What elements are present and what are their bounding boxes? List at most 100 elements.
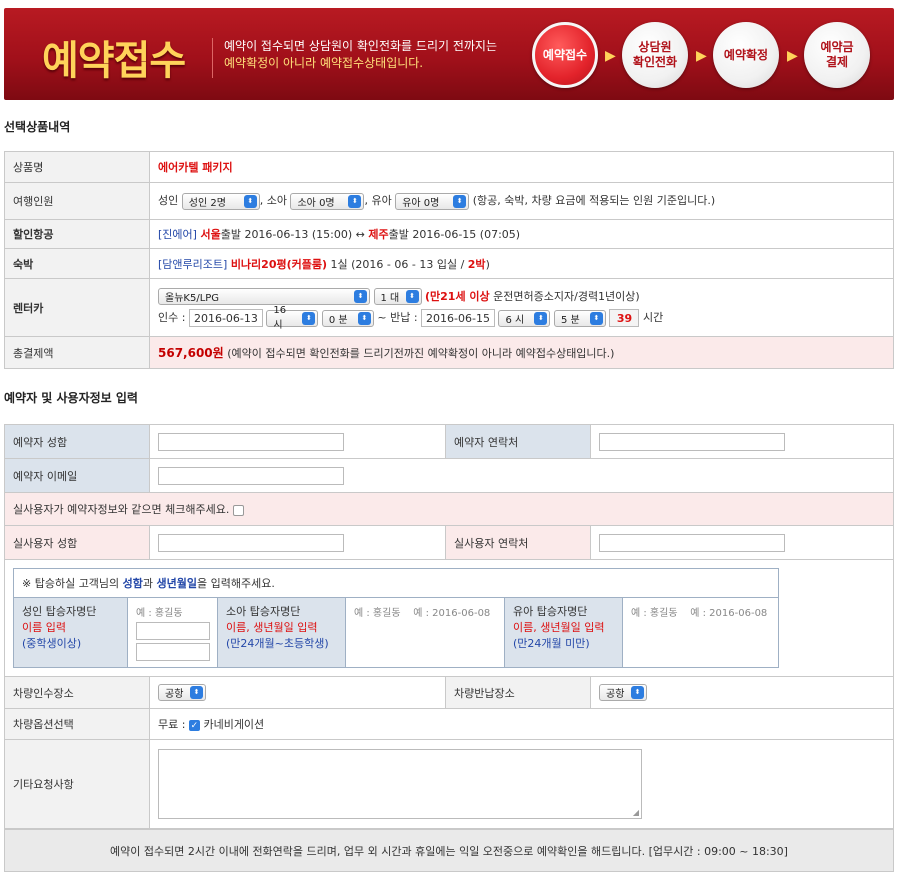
table-row: 여행인원 성인 성인 2명 ⬍, 소아 소아 0명 ⬍, 유아 유아 0명 ⬍ (항공… [4, 182, 894, 220]
step-deposit-payment: 예약금 결제 [804, 22, 870, 88]
return-place-label: 차량반납장소 [445, 676, 591, 709]
user-name-label: 실사용자 성함 [4, 525, 150, 560]
infant-passenger-inputs: 예 : 홍길동 예 : 2016-06-08 [623, 598, 778, 667]
select-arrow-icon: ⬍ [589, 311, 603, 325]
booker-name-input[interactable] [158, 432, 344, 451]
return-hour-value: 6 시 [505, 314, 525, 326]
travelers-label: 여행인원 [4, 182, 150, 220]
banner-desc-line2: 예약확정이 아니라 예약접수상태입니다. [224, 56, 424, 70]
infant-group-title: 유아 탑승자명단 [513, 605, 588, 618]
hotel-room: 비나리20평(커플룸) [230, 257, 328, 271]
return-minute-select[interactable]: 5 분 ⬍ [553, 309, 606, 327]
banner-title: 예약접수 [42, 38, 186, 84]
same-as-booker-checkbox[interactable] [232, 504, 244, 516]
total-label: 총결제액 [4, 336, 150, 369]
step-reservation-received: 예약접수 [532, 22, 598, 88]
adult-count-select[interactable]: 성인 2명 ⬍ [181, 192, 260, 210]
return-place-select[interactable]: 공항 ⬍ [599, 684, 647, 701]
passenger-notice-name: 성함 [122, 577, 143, 590]
car-option-cell: 무료 : ✓ 카네비게이션 [149, 708, 894, 740]
child-passenger-inputs: 예 : 홍길동 예 : 2016-06-08 [346, 598, 505, 667]
adult-name-input-2[interactable] [136, 643, 210, 661]
car-label: 렌터카 [4, 278, 150, 337]
table-row: ※ 탑승하실 고객님의 성함과 생년월일을 입력해주세요. 성인 탑승자명단 이… [4, 559, 894, 677]
booker-phone-input[interactable] [599, 432, 785, 451]
child-group-requirement: 이름, 생년월일 입력 [226, 621, 318, 634]
total-note: (예약이 접수되면 확인전화를 드리기전까진 예약확정이 아니라 예약접수상태입… [227, 347, 615, 360]
navigation-option-label: 카네비게이션 [203, 718, 265, 731]
return-minute-value: 5 분 [560, 314, 580, 326]
table-row: 렌터카 올뉴K5/LPG ⬍ 1 대 ⬍ (만21세 이상 운전면허증소지자/경력1… [4, 278, 894, 337]
banner-divider [212, 38, 213, 78]
car-model-select[interactable]: 올뉴K5/LPG ⬍ [158, 288, 370, 306]
infant-count-select[interactable]: 유아 0명 ⬍ [395, 192, 470, 210]
pickup-hour-select[interactable]: 16 시 ⬍ [266, 305, 319, 331]
banner-desc-line1: 예약이 접수되면 상담원이 확인전화를 드리기 전까지는 [224, 39, 497, 53]
table-row: 할인항공 [진에어] 서울출발 2016-06-13 (15:00) ↔ 제주출… [4, 219, 894, 249]
child-count-select[interactable]: 소아 0명 ⬍ [290, 192, 365, 210]
pickup-place-select[interactable]: 공항 ⬍ [158, 684, 206, 701]
return-date-input[interactable]: 2016-06-15 [421, 309, 495, 328]
hotel-name: [담앤루리조트] [158, 257, 228, 271]
child-name-example: 예 : 홍길동 [354, 608, 401, 619]
car-count-select[interactable]: 1 대 ⬍ [373, 288, 422, 306]
infant-label: , 유아 [364, 194, 392, 208]
car-cell: 올뉴K5/LPG ⬍ 1 대 ⬍ (만21세 이상 운전면허증소지자/경력1년이상)… [149, 278, 894, 337]
footer-notice: 예약이 접수되면 2시간 이내에 전화연락을 드리며, 업무 외 시간과 휴일에… [4, 829, 894, 872]
child-group-title: 소아 탑승자명단 [226, 605, 301, 618]
passenger-notice-mid: 과 [142, 577, 154, 590]
table-row: 예약자 성함 예약자 연락처 [4, 424, 894, 459]
rental-hours-value: 39 [609, 309, 640, 328]
hotel-close: ) [485, 257, 490, 271]
car-license-note: 운전면허증소지자/경력1년이상) [493, 289, 640, 303]
child-birth-example: 예 : 2016-06-08 [413, 608, 491, 619]
product-name-value: 에어카텔 패키지 [158, 161, 233, 174]
select-arrow-icon: ⬍ [534, 311, 548, 325]
return-hour-select[interactable]: 6 시 ⬍ [498, 309, 551, 327]
child-label: , 소아 [259, 194, 287, 208]
booker-name-label: 예약자 성함 [4, 424, 150, 459]
step-arrow-icon: ▶ [696, 48, 707, 64]
booker-email-input[interactable] [158, 466, 344, 485]
step-arrow-icon: ▶ [787, 48, 798, 64]
pickup-minute-value: 0 분 [328, 314, 348, 326]
user-name-input[interactable] [158, 533, 344, 552]
adult-name-placeholder: 예 : 홍길동 [136, 608, 183, 619]
select-arrow-icon: ⬍ [453, 194, 467, 208]
pickup-date-input[interactable]: 2016-06-13 [188, 309, 263, 328]
passenger-notice: ※ 탑승하실 고객님의 성함과 생년월일을 입력해주세요. [14, 569, 778, 598]
adult-name-input-1[interactable] [136, 622, 210, 640]
section-title-booker: 예약자 및 사용자정보 입력 [4, 391, 138, 405]
user-phone-input[interactable] [599, 533, 785, 552]
pickup-place-value: 공항 [165, 689, 184, 700]
arrival-city: 제주 [368, 228, 389, 241]
table-row: 차량옵션선택 무료 : ✓ 카네비게이션 [4, 708, 894, 740]
passenger-cell: ※ 탑승하실 고객님의 성함과 생년월일을 입력해주세요. 성인 탑승자명단 이… [4, 559, 894, 677]
select-arrow-icon: ⬍ [357, 311, 371, 325]
step-consultant-call: 상담원 확인전화 [622, 22, 688, 88]
same-as-booker-cell: 실사용자가 예약자정보와 같으면 체크해주세요. [4, 492, 894, 526]
table-row: 실사용자가 예약자정보와 같으면 체크해주세요. [4, 492, 894, 526]
total-price: 567,600원 [158, 346, 224, 360]
booker-phone-label: 예약자 연락처 [445, 424, 591, 459]
select-arrow-icon: ⬍ [405, 290, 419, 304]
infant-name-example: 예 : 홍길동 [631, 608, 678, 619]
total-cell: 567,600원 (예약이 접수되면 확인전화를 드리기전까진 예약확정이 아니… [149, 336, 894, 369]
passenger-notice-post: 을 입력해주세요. [197, 577, 275, 590]
resize-handle-icon[interactable]: ◢ [633, 808, 639, 817]
child-count-value: 소아 0명 [297, 197, 335, 209]
table-row: 총결제액 567,600원 (예약이 접수되면 확인전화를 드리기전까진 예약확… [4, 336, 894, 369]
select-arrow-icon: ⬍ [302, 311, 316, 325]
etc-request-textarea[interactable]: ◢ [158, 749, 642, 819]
car-count-value: 1 대 [380, 293, 400, 305]
infant-birth-example: 예 : 2016-06-08 [690, 608, 768, 619]
pickup-hour-value: 16 시 [273, 305, 287, 332]
pickup-minute-select[interactable]: 0 분 ⬍ [321, 309, 374, 327]
navigation-checkbox[interactable]: ✓ [188, 719, 200, 731]
passenger-groups-row: 성인 탑승자명단 이름 입력 (중학생이상) 예 : 홍길동 소아 탑승자명단 … [14, 598, 778, 667]
air-cell: [진에어] 서울출발 2016-06-13 (15:00) ↔ 제주출발 201… [149, 219, 894, 249]
car-option-free: 무료 : [158, 718, 186, 731]
passenger-list-box: ※ 탑승하실 고객님의 성함과 생년월일을 입력해주세요. 성인 탑승자명단 이… [13, 568, 779, 668]
passenger-notice-birth: 생년월일 [156, 577, 198, 590]
return-label: ~ 반납 : [377, 311, 418, 325]
